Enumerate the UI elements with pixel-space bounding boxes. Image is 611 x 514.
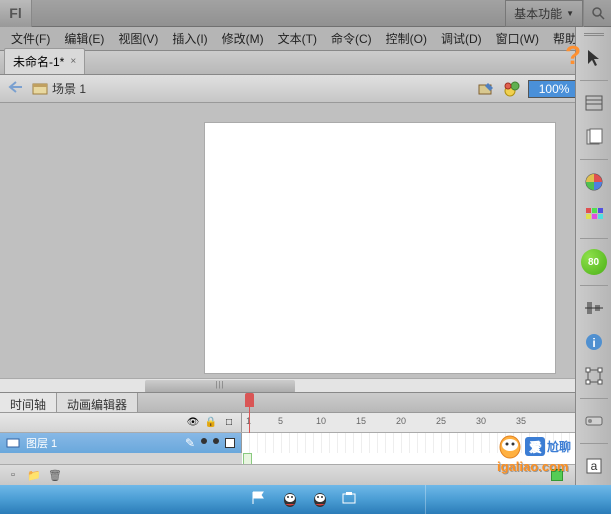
visibility-icon[interactable]: 👁	[187, 417, 199, 429]
ruler-tick: 30	[476, 416, 486, 426]
menu-view[interactable]: 视图(V)	[111, 27, 165, 50]
delete-layer-button[interactable]: 🗑	[46, 467, 64, 483]
menu-text[interactable]: 文本(T)	[271, 27, 324, 50]
tab-motion-editor[interactable]: 动画编辑器	[57, 393, 138, 412]
color-panel-icon[interactable]	[582, 170, 606, 194]
frame-cells[interactable]	[242, 433, 575, 453]
ruler-tick: 35	[516, 416, 526, 426]
titlebar: Fl 基本功能 ▼	[0, 0, 611, 27]
svg-text:a: a	[590, 459, 597, 473]
edit-scene-icon[interactable]	[476, 79, 496, 99]
properties-panel-icon[interactable]	[582, 91, 606, 115]
dock-separator	[580, 238, 608, 239]
windows-taskbar[interactable]	[0, 485, 611, 514]
actions-panel-icon[interactable]: a	[582, 454, 606, 478]
layer-header: 👁 🔒 □	[0, 413, 242, 432]
scene-name: 场景 1	[52, 80, 476, 97]
outline-toggle[interactable]	[225, 438, 235, 448]
align-panel-icon[interactable]	[582, 296, 606, 320]
components-panel-icon[interactable]	[582, 409, 606, 433]
qq-icon-1[interactable]	[281, 490, 301, 510]
dock-separator	[580, 80, 608, 81]
edit-symbol-icon[interactable]	[502, 79, 522, 99]
app-logo: Fl	[0, 0, 32, 27]
dock-separator	[580, 285, 608, 286]
watermark-question: ?	[565, 40, 581, 71]
visibility-toggle[interactable]	[201, 438, 207, 444]
layer-name[interactable]: 图层 1	[26, 435, 179, 451]
menu-commands[interactable]: 命令(C)	[324, 27, 379, 50]
info-panel-icon[interactable]: i	[582, 330, 606, 354]
menu-edit[interactable]: 编辑(E)	[57, 27, 111, 50]
menu-modify[interactable]: 修改(M)	[215, 27, 271, 50]
main-area	[0, 103, 611, 393]
menu-debug[interactable]: 调试(D)	[434, 27, 489, 50]
lock-toggle[interactable]	[213, 438, 219, 444]
flag-icon[interactable]	[251, 490, 271, 510]
new-layer-button[interactable]: ▫	[4, 467, 22, 483]
document-tab[interactable]: 未命名-1* ×	[4, 48, 85, 74]
document-tabbar: 未命名-1* ×	[0, 51, 611, 75]
timeline-header: 👁 🔒 □ 1 5 10 15 20 25 30 35	[0, 413, 575, 433]
panel-dock: 80 i a	[575, 27, 611, 485]
taskbar-separator	[425, 485, 426, 514]
timeline-tabs: 时间轴 动画编辑器	[0, 393, 575, 413]
qq-icon-2[interactable]	[311, 490, 331, 510]
menubar: 文件(F) 编辑(E) 视图(V) 插入(I) 修改(M) 文本(T) 命令(C…	[0, 27, 611, 51]
timeline-panel: 时间轴 动画编辑器 👁 🔒 □ 1 5 10 15 20 25 30 35 图层…	[0, 392, 575, 485]
workspace-label: 基本功能	[514, 5, 562, 22]
share-button[interactable]: 80	[581, 249, 607, 275]
outline-icon[interactable]: □	[223, 417, 235, 429]
library-panel-icon[interactable]	[582, 125, 606, 149]
workspace-switcher[interactable]: 基本功能 ▼	[505, 0, 583, 27]
new-folder-button[interactable]: 📁	[25, 467, 43, 483]
ruler-tick: 25	[436, 416, 446, 426]
dock-separator	[580, 398, 608, 399]
layer-type-icon	[6, 436, 20, 450]
dock-separator	[580, 159, 608, 160]
transform-panel-icon[interactable]	[582, 364, 606, 388]
svg-text:i: i	[592, 336, 595, 350]
tab-timeline[interactable]: 时间轴	[0, 393, 57, 412]
frame-indicator	[551, 469, 563, 481]
document-tab-label: 未命名-1*	[13, 53, 64, 70]
ruler-tick: 10	[316, 416, 326, 426]
chevron-down-icon: ▼	[566, 9, 574, 18]
ruler-tick: 20	[396, 416, 406, 426]
stage-canvas[interactable]	[205, 123, 555, 373]
stage-workspace[interactable]	[0, 103, 611, 393]
ruler-tick: 5	[278, 416, 283, 426]
timeline-layers: 图层 1 ✎	[0, 433, 575, 465]
menu-control[interactable]: 控制(O)	[379, 27, 434, 50]
menu-window[interactable]: 窗口(W)	[489, 27, 546, 50]
layer-row[interactable]: 图层 1 ✎	[0, 433, 242, 453]
frames-area[interactable]	[242, 433, 575, 465]
frame-ruler[interactable]: 1 5 10 15 20 25 30 35	[242, 413, 575, 432]
search-icon	[591, 6, 605, 20]
arrow-tool-icon[interactable]	[582, 46, 606, 70]
scene-icon	[32, 81, 48, 97]
tray-icon[interactable]	[341, 490, 361, 510]
ruler-tick: 15	[356, 416, 366, 426]
timeline-footer: ▫ 📁 🗑	[0, 464, 575, 485]
lock-icon[interactable]: 🔒	[205, 417, 217, 429]
menu-insert[interactable]: 插入(I)	[165, 27, 214, 50]
zoom-input[interactable]	[528, 80, 580, 98]
swatches-panel-icon[interactable]	[582, 204, 606, 228]
horizontal-scrollbar[interactable]	[0, 378, 595, 393]
menu-file[interactable]: 文件(F)	[4, 27, 57, 50]
search-button[interactable]	[583, 0, 611, 27]
pencil-icon: ✎	[185, 436, 195, 450]
back-button[interactable]	[8, 80, 26, 98]
edit-bar: 场景 1 ▼	[0, 75, 611, 103]
dock-handle[interactable]	[584, 33, 604, 36]
dock-separator	[580, 443, 608, 444]
close-tab-button[interactable]: ×	[70, 56, 76, 67]
